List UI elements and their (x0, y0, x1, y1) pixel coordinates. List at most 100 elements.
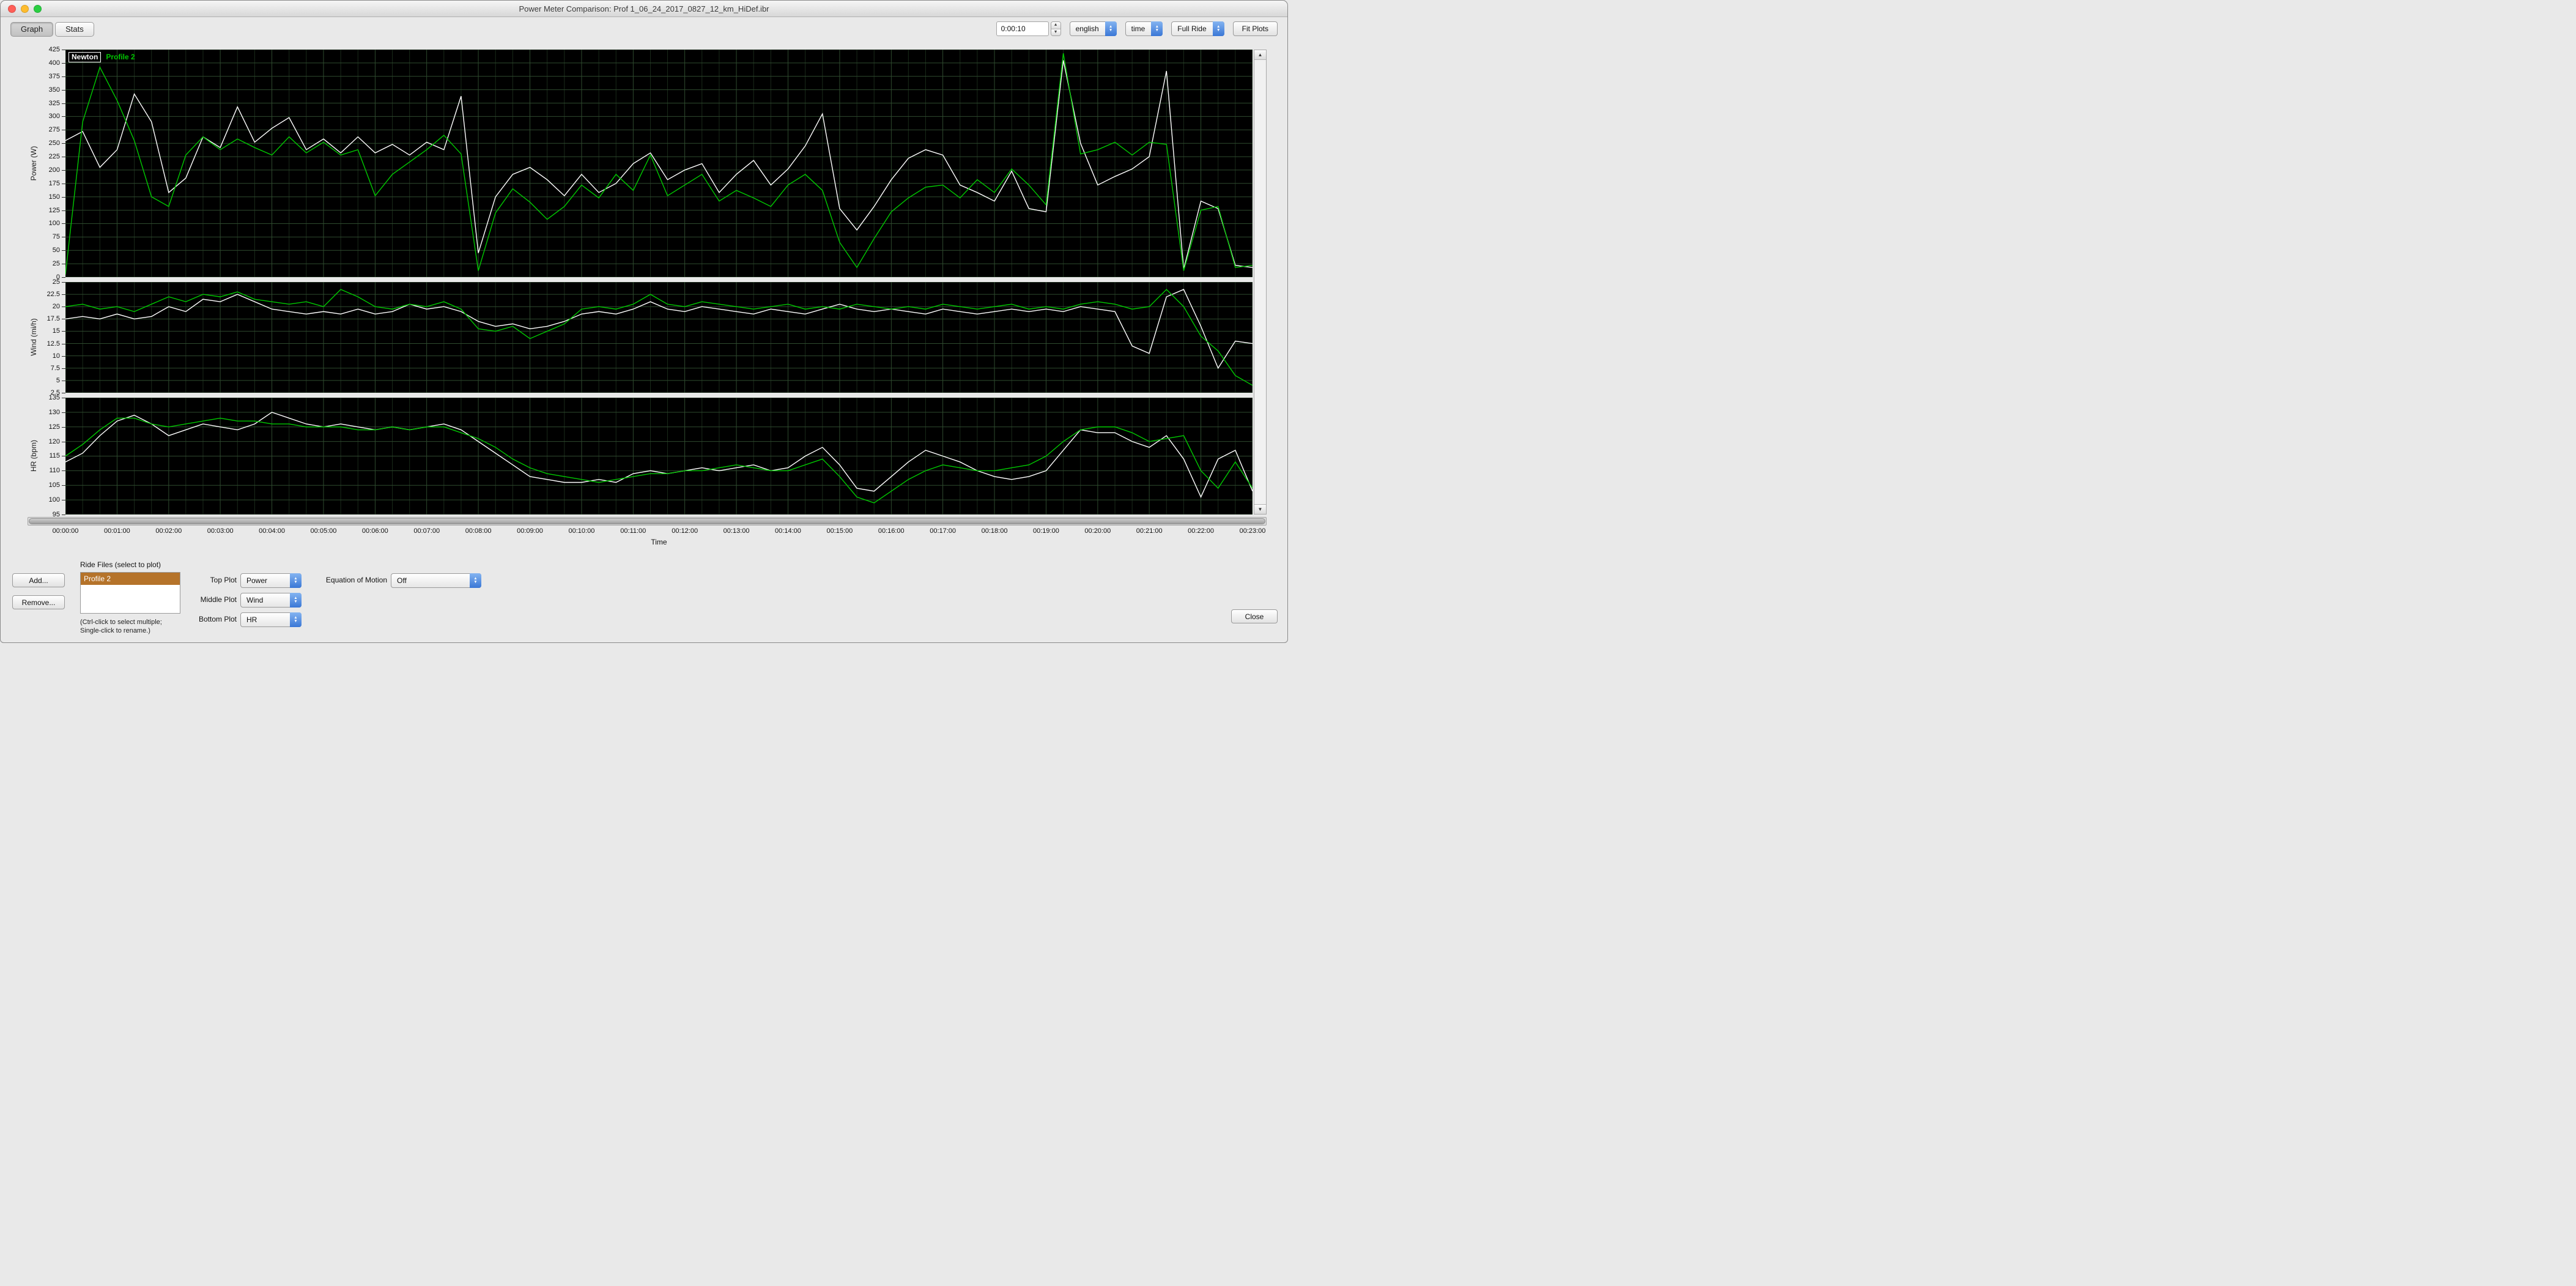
hr-plot-canvas[interactable] (65, 397, 1253, 515)
close-button[interactable]: Close (1231, 609, 1278, 623)
dropdown-arrows-icon: ▲ ▼ (1105, 21, 1117, 36)
remove-button[interactable]: Remove... (12, 595, 65, 609)
equation-of-motion-dropdown[interactable]: Off ▲ ▼ (391, 573, 481, 588)
y-tick-label: 15 (52, 327, 60, 335)
bottom-plot-dropdown[interactable]: HR ▲ ▼ (240, 612, 302, 627)
y-tick-label: 125 (48, 423, 60, 431)
dropdown-arrows-icon: ▲ ▼ (1151, 21, 1163, 36)
top-plot-dropdown[interactable]: Power ▲ ▼ (240, 573, 302, 588)
x-tick-label: 00:07:00 (413, 527, 440, 535)
y-tick-label: 115 (49, 452, 60, 460)
x-tick-label: 00:08:00 (465, 527, 492, 535)
ride-files-list[interactable]: Profile 2 (80, 572, 180, 614)
y-tick-label: 25 (52, 278, 60, 286)
y-tick-label: 12.5 (46, 340, 60, 348)
x-tick-label: 00:11:00 (620, 527, 646, 535)
scroll-up-icon[interactable]: ▲ (1254, 50, 1266, 60)
interval-value: 0:00:10 (1001, 24, 1026, 33)
x-tick-label: 00:21:00 (1136, 527, 1163, 535)
stepper-down-icon[interactable]: ▼ (1051, 29, 1060, 35)
horizontal-scrollbar[interactable] (28, 517, 1267, 526)
y-tick-label: 125 (48, 206, 60, 214)
y-tick-label: 22.5 (46, 291, 60, 299)
y-tick-label: 10 (52, 352, 60, 360)
dropdown-arrows-icon: ▲ ▼ (290, 573, 302, 588)
middle-plot-dropdown[interactable]: Wind ▲ ▼ (240, 593, 302, 608)
interval-stepper[interactable]: ▲ ▼ (1050, 21, 1061, 36)
x-tick-label: 00:13:00 (723, 527, 750, 535)
middle-plot-label: Middle Plot (200, 595, 237, 604)
y-tick-label: 250 (48, 139, 60, 147)
y-tick-mark (62, 277, 65, 278)
y-tick-label: 50 (52, 247, 60, 255)
x-tick-label: 00:23:00 (1239, 527, 1266, 535)
ride-file-item[interactable]: Profile 2 (81, 573, 180, 585)
scroll-down-icon[interactable]: ▼ (1254, 504, 1266, 514)
y-tick-label: 5 (56, 376, 60, 384)
x-tick-label: 00:20:00 (1084, 527, 1111, 535)
window-controls (8, 1, 42, 17)
bottom-panel: Add... Remove... Ride Files (select to p… (1, 557, 1287, 642)
title-bar: Power Meter Comparison: Prof 1_06_24_201… (1, 1, 1287, 17)
zoom-window-icon[interactable] (34, 4, 42, 13)
series-profile-2 (65, 53, 1253, 274)
y-tick-label: 325 (48, 99, 60, 107)
fit-plots-button[interactable]: Fit Plots (1232, 21, 1278, 36)
x-tick-label: 00:06:00 (361, 527, 388, 535)
interval-input[interactable]: 0:00:10 (996, 21, 1049, 36)
xaxis-mode-dropdown[interactable]: time ▲ ▼ (1125, 21, 1163, 36)
x-tick-label: 00:17:00 (930, 527, 957, 535)
minimize-window-icon[interactable] (21, 4, 29, 13)
toolbar-right-controls: 0:00:10 ▲ ▼ english ▲ ▼ time ▲ ▼ Full Ride… (996, 21, 1278, 36)
tab-stats[interactable]: Stats (55, 22, 94, 37)
add-button[interactable]: Add... (12, 573, 65, 587)
range-dropdown[interactable]: Full Ride ▲ ▼ (1171, 21, 1224, 36)
y-tick-label: 375 (48, 72, 60, 80)
legend-newton[interactable]: Newton (68, 52, 102, 62)
app-window: Power Meter Comparison: Prof 1_06_24_201… (0, 0, 1288, 643)
y-tick-label: 225 (48, 153, 60, 161)
vertical-scrollbar[interactable]: ▲ ▼ (1254, 50, 1267, 515)
top-plot-value: Power (246, 576, 268, 585)
x-tick-label: 00:02:00 (155, 527, 182, 535)
x-tick-label: 00:03:00 (207, 527, 234, 535)
equation-of-motion-value: Off (397, 576, 407, 585)
tab-graph[interactable]: Graph (10, 22, 54, 37)
legend: Newton Profile 2 (68, 52, 136, 62)
y-tick-label: 200 (48, 166, 60, 174)
hr-axis-title: HR (bpm) (29, 440, 38, 472)
y-tick-label: 75 (52, 233, 60, 241)
wind-yaxis-ticks: 2.5 5 7.5 10 12.5 15 17.5 20 22.5 25 (40, 278, 65, 396)
y-tick-label: 7.5 (50, 364, 60, 372)
plot-region: Power (W) 0 25 50 75 100 125 150 175 200 225 250 27… (28, 46, 1267, 548)
y-tick-label: 275 (48, 126, 60, 134)
wind-plot-canvas[interactable] (65, 282, 1253, 393)
units-dropdown[interactable]: english ▲ ▼ (1069, 21, 1117, 36)
dropdown-arrows-icon: ▲ ▼ (290, 593, 302, 608)
y-tick-label: 25 (52, 260, 60, 268)
legend-profile2[interactable]: Profile 2 (105, 53, 136, 62)
dropdown-arrows-icon: ▲ ▼ (290, 612, 302, 627)
stepper-up-icon[interactable]: ▲ (1051, 22, 1060, 29)
x-tick-label: 00:05:00 (310, 527, 337, 535)
x-tick-label: 00:14:00 (775, 527, 801, 535)
close-window-icon[interactable] (8, 4, 16, 13)
horizontal-scrollbar-thumb[interactable] (29, 518, 1265, 524)
y-tick-label: 300 (48, 113, 60, 121)
x-tick-label: 00:18:00 (981, 527, 1008, 535)
dropdown-arrows-icon: ▲ ▼ (1212, 21, 1224, 36)
view-tabs: Graph Stats (10, 22, 94, 37)
y-tick-label: 175 (48, 179, 60, 187)
dropdown-arrows-icon: ▲ ▼ (470, 573, 481, 588)
bottom-plot-label: Bottom Plot (198, 615, 237, 623)
xaxis-mode-value: time (1131, 24, 1146, 33)
hr-yaxis-ticks: 95 100 105 110 115 120 125 130 135 (40, 394, 65, 518)
y-tick-label: 130 (48, 408, 60, 416)
power-plot-canvas[interactable]: Newton Profile 2 (65, 50, 1253, 277)
x-tick-label: 00:15:00 (826, 527, 853, 535)
top-plot-label: Top Plot (210, 576, 237, 584)
x-tick-label: 00:16:00 (878, 527, 905, 535)
wind-plot: Wind (mi/h) 2.5 5 7.5 10 12.5 15 17.5 20 22.5 25 (28, 278, 1253, 396)
y-tick-label: 350 (48, 86, 60, 94)
y-tick-label: 20 (52, 303, 60, 311)
